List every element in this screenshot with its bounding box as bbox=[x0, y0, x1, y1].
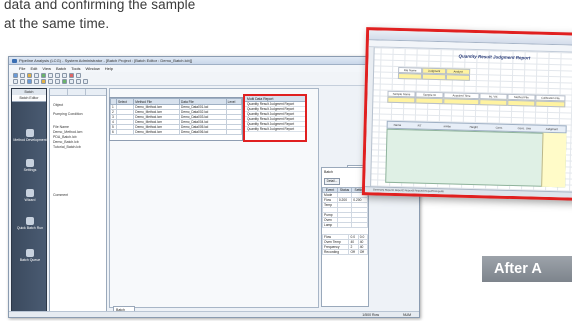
nav-item-wizard[interactable]: Wizard bbox=[12, 189, 48, 202]
menu-edit[interactable]: Edit bbox=[30, 65, 37, 72]
sheet-cell[interactable] bbox=[445, 74, 471, 81]
window-title: Pipeline Analysis (LCG) - System Adminis… bbox=[19, 58, 192, 63]
sheet-cell[interactable] bbox=[479, 99, 508, 106]
sheet-cell[interactable] bbox=[415, 97, 444, 105]
nav-item-label: Quick Batch Run bbox=[16, 226, 44, 230]
status-row-count: 1/500 Row bbox=[362, 313, 379, 317]
filter-icon[interactable] bbox=[55, 79, 60, 84]
results-column-header: Conc. bbox=[495, 125, 504, 130]
title-bar[interactable]: Pipeline Analysis (LCG) - System Adminis… bbox=[9, 57, 419, 65]
tree-item-pumping[interactable]: Pumping Condition bbox=[53, 112, 83, 117]
assistant-panel: Object Pumping Condition File Name Demo_… bbox=[49, 88, 107, 315]
table-row[interactable]: 6 Demo_Method.lcm Demo_Data006.lcd bbox=[109, 129, 243, 135]
assistant-tab-1[interactable] bbox=[50, 89, 68, 95]
menu-window[interactable]: Window bbox=[86, 65, 100, 72]
results-column-header: Name bbox=[393, 122, 402, 128]
sheet-cell[interactable] bbox=[535, 100, 566, 108]
status-num: NUM bbox=[403, 313, 411, 317]
cut-icon[interactable] bbox=[48, 73, 53, 78]
table-row: Recording Off Off bbox=[321, 248, 369, 255]
tree-file-4[interactable]: Tutorial_Batch.lcb bbox=[53, 145, 83, 150]
options-icon[interactable] bbox=[83, 79, 88, 84]
side-panel-label: Batch bbox=[324, 170, 333, 174]
application-window: Pipeline Analysis (LCG) - System Adminis… bbox=[8, 56, 420, 318]
results-column-header: RT bbox=[417, 123, 422, 128]
sheet-cell[interactable] bbox=[443, 98, 480, 106]
caption-text: data and confirming the sample at the sa… bbox=[4, 0, 334, 33]
report-cell[interactable]: Quantity Result Judgment Report bbox=[245, 127, 305, 132]
menu-file[interactable]: File bbox=[19, 65, 25, 72]
sheet-cell[interactable] bbox=[387, 96, 416, 104]
run-icon[interactable] bbox=[41, 73, 46, 78]
nav-item-settings[interactable]: Settings bbox=[12, 159, 48, 172]
caption-line-2: at the same time. bbox=[4, 16, 110, 31]
open-icon[interactable] bbox=[20, 73, 25, 78]
nav-item-batch-editor[interactable]: Batch Editor bbox=[12, 95, 46, 102]
method-development-icon bbox=[26, 129, 34, 137]
report-icon[interactable] bbox=[48, 79, 53, 84]
comment-section: Comment bbox=[53, 193, 68, 198]
settings-icon bbox=[26, 159, 34, 167]
toolbar bbox=[9, 72, 419, 86]
nav-item-method-development[interactable]: Method Development bbox=[12, 129, 48, 142]
status-bar: 1/500 Row NUM bbox=[9, 311, 419, 317]
nav-item-label: Wizard bbox=[24, 198, 36, 202]
assistant-tabs bbox=[50, 89, 106, 96]
comment-label: Comment bbox=[53, 193, 69, 197]
detail-button[interactable]: Detail... bbox=[324, 178, 340, 185]
menu-batch[interactable]: Batch bbox=[56, 65, 66, 72]
results-column-header: Height bbox=[469, 124, 478, 130]
menu-view[interactable]: View bbox=[42, 65, 51, 72]
app-icon bbox=[12, 59, 17, 63]
nav-item-label: Method Development bbox=[13, 138, 47, 142]
assistant-tab-2[interactable] bbox=[68, 89, 86, 95]
menu-tools[interactable]: Tools bbox=[71, 65, 80, 72]
table-style-icon[interactable] bbox=[34, 79, 39, 84]
menu-help[interactable]: Help bbox=[105, 65, 113, 72]
screenshot-page: data and confirming the sample at the sa… bbox=[0, 0, 572, 321]
multi-data-report-column[interactable]: Multi Data Report Quantity Result Judgme… bbox=[243, 94, 307, 142]
sheet-cell[interactable] bbox=[507, 99, 536, 107]
paste-icon[interactable] bbox=[62, 73, 67, 78]
stop-icon[interactable] bbox=[69, 73, 74, 78]
start-batch-icon[interactable] bbox=[62, 79, 67, 84]
results-table-body[interactable] bbox=[385, 128, 567, 188]
tree-section: Object Pumping Condition File Name Demo_… bbox=[53, 103, 83, 150]
copy-icon[interactable] bbox=[55, 73, 60, 78]
tree-item-object[interactable]: Object bbox=[53, 103, 83, 108]
help-icon[interactable] bbox=[76, 73, 81, 78]
delete-row-icon[interactable] bbox=[20, 79, 25, 84]
pause-icon[interactable] bbox=[69, 79, 74, 84]
nav-item-batch-queue[interactable]: Batch Queue bbox=[12, 249, 48, 262]
settings-icon[interactable] bbox=[41, 79, 46, 84]
queue-icon[interactable] bbox=[76, 79, 81, 84]
save-icon[interactable] bbox=[27, 73, 32, 78]
menu-bar: File Edit View Batch Tools Window Help bbox=[9, 65, 419, 72]
insert-row-icon[interactable] bbox=[13, 79, 18, 84]
nav-item-label: Batch Queue bbox=[19, 258, 41, 262]
results-column-header: Judgment bbox=[545, 126, 558, 132]
print-icon[interactable] bbox=[34, 73, 39, 78]
batch-table[interactable]: Select Method File Data File Level 1 Demo… bbox=[109, 97, 243, 141]
nav-item-label: Settings bbox=[23, 168, 37, 172]
toolbar-row-2 bbox=[13, 79, 88, 85]
table-row: Lamp bbox=[322, 221, 368, 228]
table-row: Flow 0.200 0.200 bbox=[322, 197, 368, 203]
sheet-cell[interactable] bbox=[421, 73, 447, 81]
status-header-row: Event Status Setting bbox=[322, 187, 368, 193]
quick-batch-icon bbox=[26, 217, 34, 225]
wizard-icon bbox=[26, 189, 34, 197]
after-label: After A bbox=[482, 256, 572, 282]
batch-queue-icon bbox=[26, 249, 34, 257]
judgment-column[interactable] bbox=[541, 132, 567, 188]
caption-line-1: data and confirming the sample bbox=[4, 0, 196, 12]
nav-item-quick-batch[interactable]: Quick Batch Run bbox=[12, 217, 48, 230]
left-navigation: Batch Batch Editor Method Development Se… bbox=[11, 88, 47, 315]
report-spreadsheet: Quantity Result Judgment Report File Nam… bbox=[361, 27, 572, 201]
new-icon[interactable] bbox=[13, 73, 18, 78]
sheet-cell[interactable] bbox=[397, 72, 423, 80]
results-column-header: mAbs bbox=[443, 124, 451, 129]
results-column-header: Conc. Unit bbox=[517, 126, 531, 131]
fill-down-icon[interactable] bbox=[27, 79, 32, 84]
